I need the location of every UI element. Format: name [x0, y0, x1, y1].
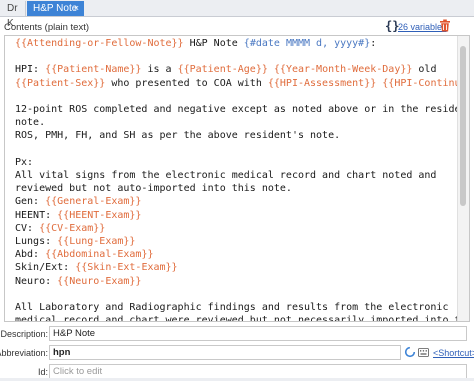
description-row: Description: H&P Note [0, 326, 474, 342]
editor-line: Gen: {{General-Exam}} [15, 195, 455, 208]
template-placeholder: {{CV-Exam}} [39, 222, 106, 234]
note-text[interactable]: {{Attending-or-Fellow-Note}} H&P Note {#… [15, 37, 469, 321]
editor-line: Skin/Ext: {{Skin-Ext-Exam}} [15, 261, 455, 274]
note-text-run: HEENT: [15, 209, 58, 221]
template-placeholder: {{Abdominal-Exam}} [45, 249, 154, 261]
template-placeholder: {{Lung-Exam}} [57, 236, 136, 248]
note-text-run: All Laboratory and Radiographic findings… [15, 302, 449, 314]
id-field[interactable]: Click to edit [49, 364, 467, 379]
note-text-run: Neuro: [15, 275, 58, 287]
editor-line: 12-point ROS completed and negative exce… [15, 103, 469, 116]
refresh-icon[interactable] [404, 346, 416, 358]
template-placeholder: {{Patient-Name}} [45, 64, 142, 76]
editor-line: medical record and chart were reviewed b… [15, 314, 469, 321]
template-placeholder: {{Patient-Age}} [177, 64, 268, 76]
note-text-run: medical record and chart were reviewed b… [15, 315, 470, 322]
editor-line: HPI: {{Patient-Name}} is a {{Patient-Age… [15, 63, 455, 76]
template-placeholder: {{HEENT-Exam}} [57, 209, 142, 221]
template-placeholder: {{Attending-or-Fellow-Note}} [15, 38, 184, 49]
template-placeholder: {{HPI-Assessment}} [267, 77, 377, 89]
abbreviation-label: Abbreviation: [0, 348, 48, 358]
tab-bar: Dr K H&P Note × [0, 0, 474, 29]
description-label: Description: [0, 329, 48, 339]
note-text-run: CV: [15, 222, 40, 234]
note-text-run: : [370, 38, 377, 49]
id-label: Id: [37, 367, 48, 377]
note-text-run: Gen: [15, 196, 46, 208]
trash-icon[interactable] [439, 19, 451, 32]
template-placeholder: {{General-Exam}} [45, 196, 142, 208]
template-placeholder: {{Skin-Ext-Exam}} [75, 262, 178, 274]
note-text-run: HPI: [15, 64, 46, 76]
abbreviation-row: Abbreviation: hpn <Shortcut> [0, 345, 474, 361]
editor-toolbar: Contents (plain text) {} 26 variables [0, 17, 474, 35]
editor-scrollbar[interactable] [457, 36, 469, 321]
editor-line: {{Attending-or-Fellow-Note}} H&P Note {#… [15, 37, 455, 50]
abbreviation-field[interactable]: hpn [49, 345, 401, 360]
note-text-run: Abd: [15, 249, 46, 261]
note-text-run: is a [141, 64, 178, 76]
note-text-run: who presented to COA with [105, 77, 268, 89]
note-content-editor[interactable]: {{Attending-or-Fellow-Note}} H&P Note {#… [4, 35, 470, 322]
contents-label: Contents (plain text) [4, 22, 90, 33]
note-text-run: old [412, 64, 437, 76]
shortcut-link[interactable]: <Shortcut> [433, 348, 474, 358]
note-text-run: Lungs: [15, 236, 58, 248]
note-text-run: 12-point ROS completed and negative exce… [15, 104, 470, 116]
tab-close-icon[interactable]: × [74, 1, 79, 16]
template-placeholder: {{Year-Month-Week-Day}} [273, 64, 413, 76]
date-macro: {#date MMMM d, yyyy#} [243, 38, 371, 49]
template-placeholder: {{Patient-Sex}} [15, 77, 106, 89]
editor-line: ROS, PMH, FH, and SH as per the above re… [15, 129, 455, 142]
note-text-run: Skin/Ext: [15, 262, 76, 274]
editor-line: All Laboratory and Radiographic findings… [15, 301, 455, 314]
editor-line: Neuro: {{Neuro-Exam}} [15, 275, 455, 288]
editor-line: HEENT: {{HEENT-Exam}} [15, 209, 455, 222]
note-text-run: ROS, PMH, FH, and SH as per the above re… [15, 130, 341, 142]
editor-line: {{Patient-Sex}} who presented to COA wit… [15, 77, 469, 90]
note-text-run: note. [15, 117, 46, 129]
note-text-run: H&P Note [183, 38, 244, 49]
tab-hp-note[interactable]: H&P Note × [27, 1, 84, 16]
editor-line: Px: [15, 156, 455, 169]
editor-line: All vital signs from the electronic medi… [15, 169, 455, 182]
note-text-run: Px: [15, 156, 34, 168]
scrollbar-thumb[interactable] [460, 46, 466, 206]
editor-line: reviewed but not auto-imported into this… [15, 182, 455, 195]
editor-line: Lungs: {{Lung-Exam}} [15, 235, 455, 248]
editor-line: CV: {{CV-Exam}} [15, 222, 455, 235]
editor-line: Abd: {{Abdominal-Exam}} [15, 248, 455, 261]
note-text-run: reviewed but not auto-imported into this… [15, 183, 292, 195]
editor-line: note. [15, 116, 455, 129]
note-text-run: All vital signs from the electronic medi… [15, 170, 437, 182]
keyboard-icon[interactable] [418, 348, 429, 357]
tab-dr-k[interactable]: Dr K [0, 1, 26, 29]
template-placeholder: {{Neuro-Exam}} [57, 275, 142, 287]
tab-label: H&P Note [33, 3, 78, 14]
description-field[interactable]: H&P Note [49, 326, 467, 341]
